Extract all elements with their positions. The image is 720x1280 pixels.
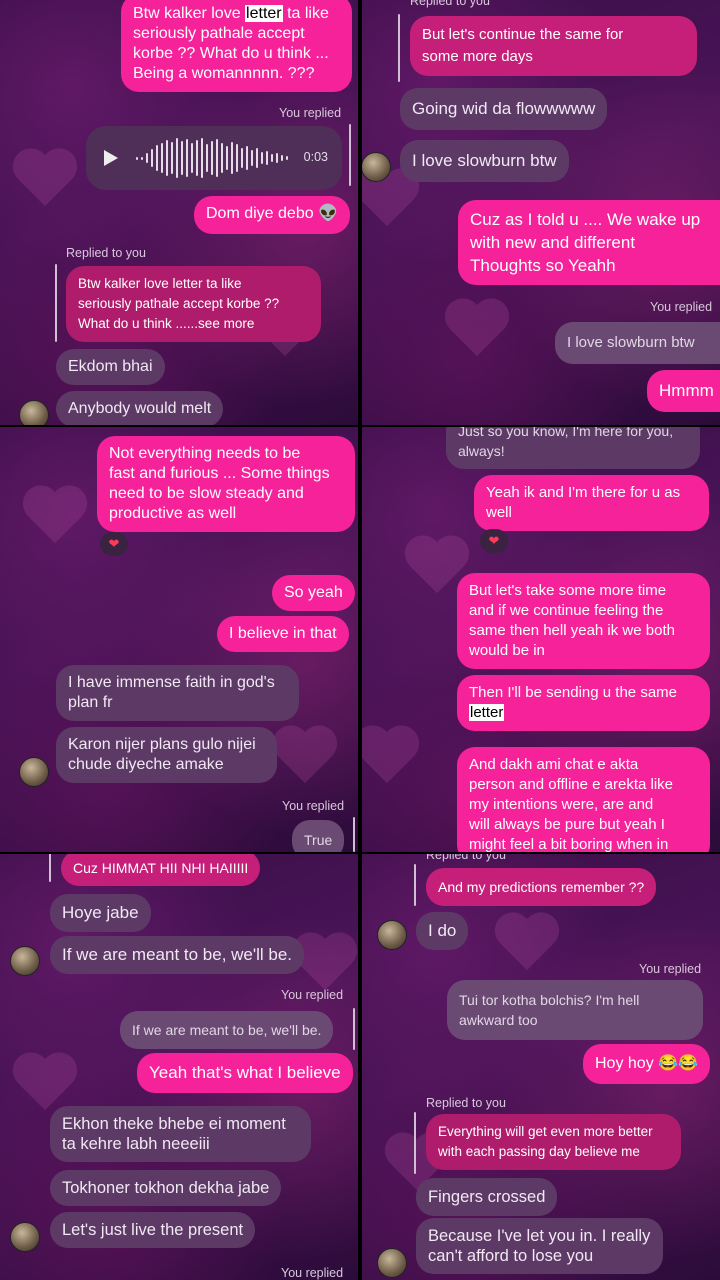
you-replied-label: You replied [279,106,342,120]
heart-decoration [492,914,562,974]
message-bubble-sent[interactable]: I believe in that [217,616,349,652]
message-bubble-sent[interactable]: Hmmm [647,370,720,412]
message-bubble-sent[interactable]: Dom diye debo 👽 [194,196,350,234]
chat-panel-2: Replied to you But let's continue the sa… [362,0,720,425]
message-bubble-sent[interactable]: Yeah that's what I believe [137,1053,353,1093]
message-bubble-received[interactable]: If we are meant to be, we'll be. [50,936,305,974]
message-bubble-sent[interactable]: Btw kalker love letter ta like seriously… [121,0,352,92]
message-bubble-sent[interactable]: But let's take some more time and if we … [457,573,710,669]
chat-collage: Btw kalker love letter ta like seriously… [0,0,720,1280]
message-bubble-received[interactable]: I love slowburn btw [400,140,569,182]
heart-decoration [10,1054,80,1114]
message-bubble-sent[interactable]: Then I'll be sending u the same letter [457,675,710,731]
message-bubble-sent[interactable]: So yeah [272,575,355,611]
chat-panel-4: Just so you know, I'm here for you, alwa… [362,427,720,852]
message-bubble-received[interactable]: Just so you know, I'm here for you, alwa… [446,427,700,469]
avatar[interactable] [10,1222,40,1252]
avatar[interactable] [19,400,49,425]
message-bubble-received[interactable]: Tokhoner tokhon dekha jabe [50,1170,282,1206]
avatar[interactable] [377,1248,407,1278]
chat-panel-3: Not everything needs to be fast and furi… [0,427,358,852]
reply-bar [414,864,416,906]
message-bubble-sent[interactable]: Hoy hoy 😂😂 [583,1044,710,1084]
quoted-message[interactable]: But let's continue the same for some mor… [410,16,697,76]
message-bubble-received[interactable]: Karon nijer plans gulo nijei chude diyec… [56,727,277,783]
avatar[interactable] [19,757,49,787]
highlighted-word: letter [469,704,505,721]
avatar[interactable] [10,946,40,976]
you-replied-label: You replied [282,799,345,813]
message-text: Btw kalker love [133,5,246,22]
quoted-message[interactable]: And my predictions remember ?? [426,868,657,906]
reply-bar [353,817,355,852]
replied-to-you-label: Replied to you [426,1096,506,1110]
quoted-message[interactable]: Cuz HIMMAT HII NHI HAIIIII [61,854,261,886]
heart-decoration [442,300,512,360]
quoted-message[interactable]: If we are meant to be, we'll be. [120,1011,334,1049]
message-bubble-received[interactable]: Ekdom bhai [56,349,165,385]
heart-decoration [10,150,80,210]
message-bubble-sent[interactable]: Yeah ik and I'm there for u as well [474,475,709,531]
quoted-message[interactable]: I love slowburn btw [555,322,720,364]
message-bubble-received[interactable]: Ekhon theke bhebe ei moment ta kehre lab… [50,1106,311,1162]
you-replied-label: You replied [639,962,702,976]
reply-bar [414,1112,416,1174]
reply-bar [55,264,57,342]
heart-decoration [20,487,90,547]
message-bubble-received[interactable]: Fingers crossed [416,1178,558,1216]
quoted-message[interactable]: Btw kalker love letter ta like seriously… [66,266,321,342]
message-text: Then I'll be sending u the same [469,684,677,701]
message-bubble-received[interactable]: Let's just live the present [50,1212,256,1248]
replied-to-you-label: Replied to you [66,246,146,260]
message-bubble-received[interactable]: Hoye jabe [50,894,151,932]
quoted-message[interactable]: True [292,820,345,852]
reply-bar [349,124,351,186]
voice-duration: 0:03 [303,150,328,164]
waveform [136,138,288,178]
message-bubble-sent[interactable]: And dakh ami chat e akta person and offl… [457,747,710,852]
avatar[interactable] [377,920,407,950]
reply-bar [49,854,51,882]
message-bubble-sent[interactable]: Not everything needs to be fast and furi… [97,436,355,532]
heart-decoration [270,727,340,787]
message-bubble-received[interactable]: Anybody would melt [56,391,224,425]
you-replied-label: You replied [650,300,713,314]
quoted-message[interactable]: Tui tor kotha bolchis? I'm hell awkward … [447,980,703,1040]
avatar[interactable] [362,152,391,182]
you-replied-label: You replied [281,988,344,1002]
heart-reaction-icon[interactable]: ❤ [480,529,508,553]
quoted-message[interactable]: Everything will get even more better wit… [426,1114,681,1170]
voice-message[interactable]: 0:03 [86,126,342,190]
reply-bar [398,14,400,82]
play-icon[interactable] [104,150,118,166]
heart-reaction-icon[interactable]: ❤ [100,532,128,556]
chat-panel-1: Btw kalker love letter ta like seriously… [0,0,358,425]
reply-bar [353,1008,355,1050]
message-bubble-sent[interactable]: Cuz as I told u .... We wake up with new… [458,200,720,285]
message-bubble-received[interactable]: I do [416,912,469,950]
message-bubble-received[interactable]: I have immense faith in god's plan fr [56,665,299,721]
replied-to-you-label: Replied to you [426,854,506,862]
you-replied-label: You replied [281,1266,344,1280]
chat-panel-5: Cuz HIMMAT HII NHI HAIIIII Hoye jabe If … [0,854,358,1280]
highlighted-word: letter [245,5,283,22]
message-bubble-received[interactable]: Because I've let you in. I really can't … [416,1218,663,1274]
message-bubble-received[interactable]: Going wid da flowwwww [400,88,608,130]
heart-decoration [362,727,422,787]
chat-panel-6: Replied to you And my predictions rememb… [362,854,720,1280]
replied-to-you-label: Replied to you [410,0,490,8]
